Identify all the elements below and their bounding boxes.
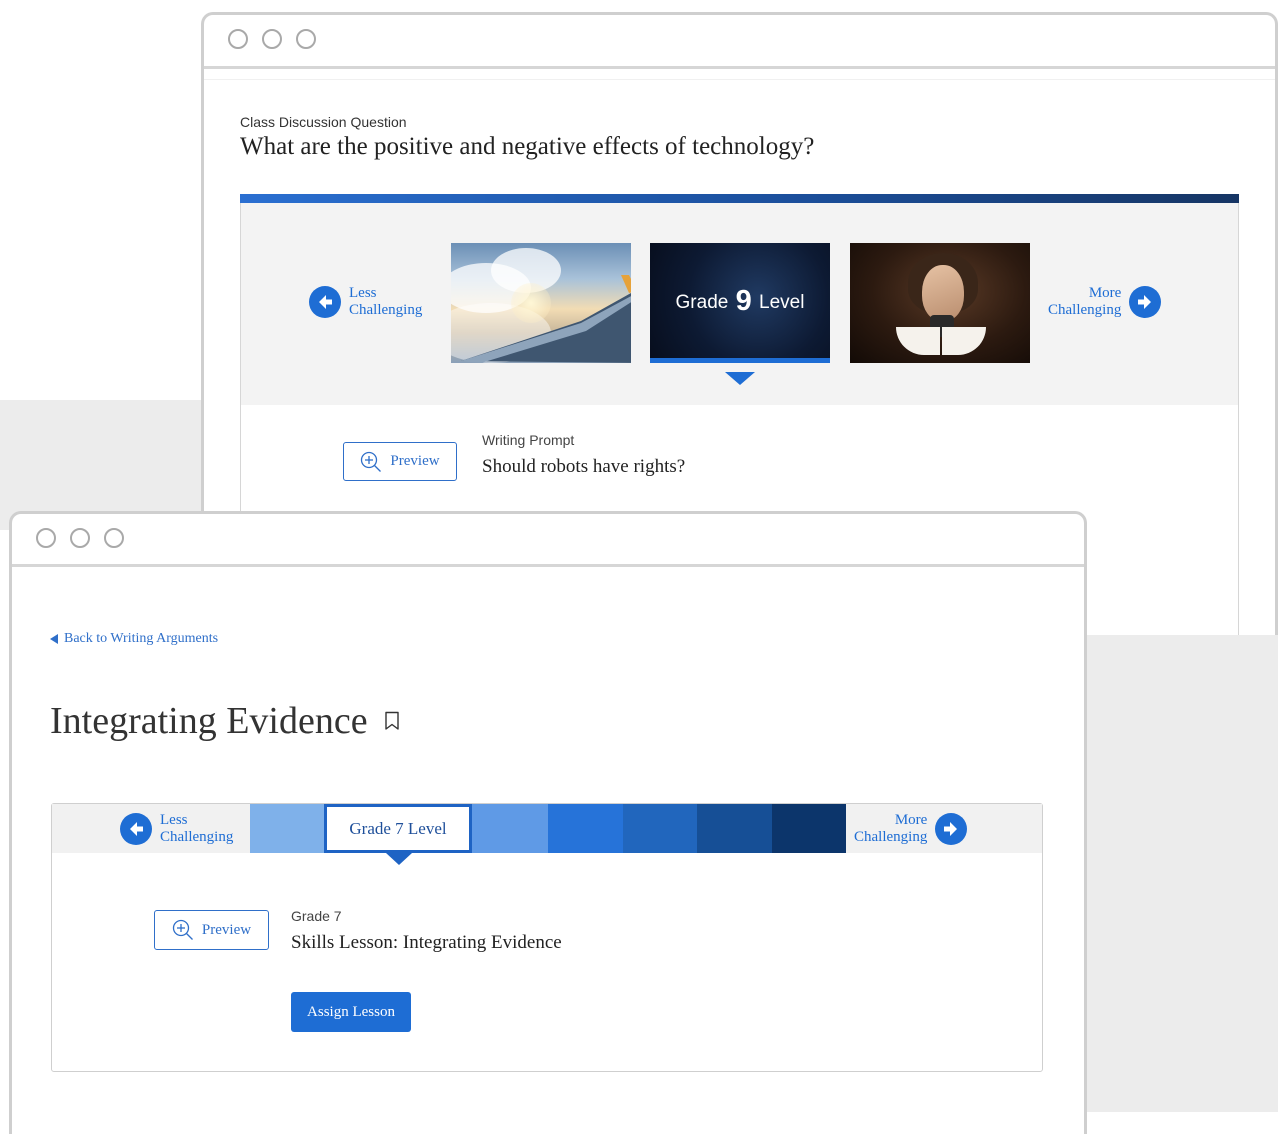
less-label-line1: Less: [349, 285, 377, 301]
back-triangle-icon: [50, 634, 58, 644]
more-label-line2: Challenging: [1048, 302, 1122, 318]
level-segment[interactable]: [472, 804, 548, 853]
grade-level-text: Grade 9 Level: [675, 285, 805, 317]
window-close-dot[interactable]: [228, 29, 248, 49]
window-titlebar: [204, 15, 1275, 69]
arrow-right-icon: [1129, 286, 1162, 318]
back-link-label: Back to Writing Arguments: [64, 631, 219, 646]
preview-label: Preview: [201, 921, 252, 938]
less-label-line2: Challenging: [349, 302, 423, 318]
lesson-title[interactable]: Skills Lesson: Integrating Evidence: [291, 932, 562, 954]
level-segment[interactable]: [697, 804, 772, 853]
less-challenging-button[interactable]: Less Challenging: [309, 285, 422, 319]
more-label-line2: Challenging: [854, 829, 928, 845]
preview-button[interactable]: Preview: [154, 910, 269, 950]
window-maximize-dot[interactable]: [104, 528, 124, 548]
assign-lesson-button[interactable]: Assign Lesson: [291, 992, 411, 1032]
window-titlebar: [12, 514, 1084, 567]
background-panel: [1084, 620, 1278, 1112]
more-label-line1: More: [894, 812, 928, 828]
level-segment[interactable]: [548, 804, 623, 853]
lesson-grade-label: Grade 7: [291, 908, 342, 924]
preview-button[interactable]: Preview: [343, 442, 457, 481]
preview-label: Preview: [390, 453, 440, 469]
grade-level-tile[interactable]: Grade 9 Level: [650, 243, 830, 363]
less-label-line1: Less: [160, 812, 188, 828]
more-label-line1: More: [1088, 285, 1122, 301]
less-challenging-button[interactable]: Less Challenging: [120, 812, 233, 846]
robot-portrait-image[interactable]: [850, 243, 1030, 363]
level-selector: Grade 7 Level Less Challenging More Chal…: [52, 804, 1042, 853]
window-close-dot[interactable]: [36, 528, 56, 548]
level-segment[interactable]: [772, 804, 846, 853]
writing-prompt-label: Writing Prompt: [482, 432, 575, 448]
window-minimize-dot[interactable]: [70, 528, 90, 548]
level-segment[interactable]: [623, 804, 697, 853]
arrow-left-icon: [120, 813, 152, 845]
question-label: Class Discussion Question: [240, 114, 407, 130]
question-title: What are the positive and negative effec…: [240, 133, 815, 160]
lesson-panel: Grade 7 Level Less Challenging More Chal…: [51, 803, 1043, 1072]
arrow-left-icon: [309, 286, 341, 318]
arrow-right-icon: [935, 813, 968, 845]
zoom-in-icon: [172, 919, 193, 940]
level-selector: Less Challenging Grade 9 Level More Chal…: [241, 203, 1238, 405]
bookmark-icon[interactable]: [384, 711, 400, 731]
page-title: Integrating Evidence: [50, 699, 400, 743]
panel-accent-bar: [240, 194, 1239, 203]
less-label-line2: Challenging: [160, 829, 234, 845]
active-level-caret: [725, 372, 755, 385]
active-level-caret: [386, 853, 412, 865]
zoom-in-icon: [361, 451, 382, 472]
airplane-wing-image[interactable]: [451, 243, 631, 363]
window-maximize-dot[interactable]: [296, 29, 316, 49]
active-level-segment[interactable]: Grade 7 Level: [324, 804, 472, 853]
more-challenging-button[interactable]: More Challenging: [854, 812, 968, 846]
more-challenging-button[interactable]: More Challenging: [1048, 285, 1162, 319]
back-link[interactable]: Back to Writing Arguments: [50, 631, 218, 647]
window-minimize-dot[interactable]: [262, 29, 282, 49]
page-title-text: Integrating Evidence: [50, 700, 368, 742]
browser-window-lesson: Back to Writing Arguments Integrating Ev…: [9, 511, 1087, 1134]
top-band: [204, 69, 1275, 80]
writing-prompt-title[interactable]: Should robots have rights?: [482, 456, 685, 478]
active-level-underline: [650, 358, 830, 363]
level-segment[interactable]: [250, 804, 325, 853]
